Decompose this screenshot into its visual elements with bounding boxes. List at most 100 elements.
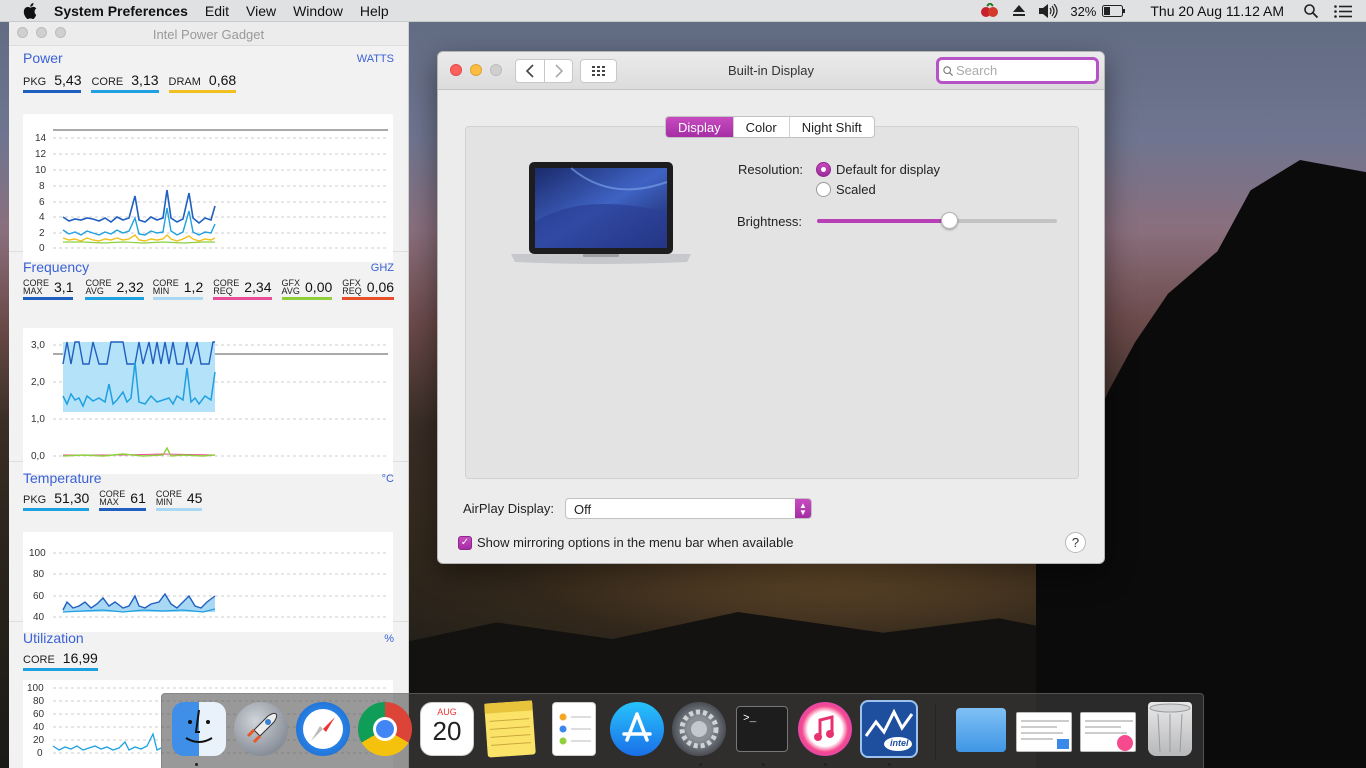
search-field[interactable]	[936, 57, 1099, 84]
notes-icon[interactable]	[484, 700, 536, 758]
system-preferences-icon[interactable]	[672, 702, 726, 756]
tab-color[interactable]: Color	[732, 117, 789, 137]
resolution-default-radio[interactable]: Default for display	[816, 162, 940, 177]
temp-pkg-metric: PKG 51,30	[23, 490, 90, 511]
radio-empty-icon	[816, 182, 831, 197]
frequency-section: Frequency GHZ CORE MAX 3,1 CORE AVG 2,32 COR…	[9, 252, 408, 474]
svg-text:100: 100	[29, 548, 46, 559]
temperature-unit: °C	[381, 473, 394, 485]
search-input[interactable]	[956, 63, 1096, 78]
tab-display[interactable]: Display	[666, 117, 733, 137]
dock: AUG 20 >_ intel	[161, 693, 1204, 768]
downloads-folder-icon[interactable]	[956, 708, 1006, 752]
power-gadget-icon[interactable]: intel	[860, 700, 918, 758]
help-button[interactable]: ?	[1065, 532, 1086, 553]
app-store-icon[interactable]	[610, 702, 664, 756]
airplay-label: AirPlay Display:	[463, 501, 555, 516]
utilization-unit: %	[384, 633, 394, 645]
svg-text:10: 10	[35, 165, 47, 176]
svg-text:80: 80	[33, 696, 45, 707]
svg-text:80: 80	[33, 569, 45, 580]
macbook-image	[511, 162, 691, 275]
mirroring-label: Show mirroring options in the menu bar w…	[477, 535, 794, 550]
power-graph: 14 12 10 8 64 20	[23, 114, 393, 262]
svg-text:8: 8	[39, 181, 45, 192]
brightness-slider-knob[interactable]	[941, 212, 958, 229]
calendar-icon[interactable]: AUG 20	[420, 702, 474, 756]
resolution-scaled-radio[interactable]: Scaled	[816, 182, 876, 197]
sysprefs-running-indicator	[699, 763, 702, 766]
apple-menu-icon[interactable]	[20, 2, 40, 19]
battery-icon[interactable]	[1102, 5, 1126, 17]
temperature-graph: 100 80 60 40	[23, 532, 393, 632]
reminders-icon[interactable]	[552, 702, 596, 756]
checkmark-icon: ✓	[458, 535, 472, 550]
airplay-select[interactable]: Off ▲ ▼	[565, 498, 812, 519]
svg-text:20: 20	[33, 735, 45, 746]
power-heading: Power	[23, 50, 63, 66]
svg-text:4: 4	[39, 212, 45, 223]
svg-text:14: 14	[35, 133, 47, 144]
launchpad-icon[interactable]	[234, 702, 288, 756]
power-unit: WATTS	[356, 53, 394, 65]
mirroring-checkbox[interactable]: ✓ Show mirroring options in the menu bar…	[458, 535, 794, 550]
finder-running-indicator	[195, 763, 198, 766]
calendar-day: 20	[432, 716, 462, 746]
temp-core-min-metric: CORE MIN 45	[155, 490, 203, 511]
document-itunes-icon[interactable]	[1080, 712, 1136, 752]
menu-app-name[interactable]: System Preferences	[54, 3, 188, 19]
spotlight-search-icon[interactable]	[1304, 4, 1318, 18]
display-preferences-window: Built-in Display Display Color Night Shi…	[437, 51, 1105, 564]
svg-text:40: 40	[33, 722, 45, 733]
svg-text:0,0: 0,0	[31, 451, 45, 462]
trash-icon[interactable]	[1148, 702, 1192, 756]
svg-text:2: 2	[39, 228, 45, 239]
clock[interactable]: Thu 20 Aug 11.12 AM	[1150, 3, 1284, 19]
svg-text:60: 60	[33, 709, 45, 720]
terminal-prompt: >_	[743, 713, 757, 725]
freq-core-avg-metric: CORE AVG 2,32	[85, 279, 144, 300]
tab-night-shift[interactable]: Night Shift	[788, 117, 874, 137]
terminal-running-indicator	[762, 763, 765, 766]
util-core-metric: CORE 16,99	[23, 650, 98, 671]
radio-selected-icon	[816, 162, 831, 177]
utilization-metrics: CORE 16,99	[23, 650, 108, 671]
temperature-section: Temperature °C PKG 51,30 CORE MAX 61 CORE MI…	[9, 462, 408, 632]
prefs-toolbar: Built-in Display	[438, 52, 1104, 90]
gadget-running-indicator	[888, 763, 891, 766]
chrome-icon[interactable]	[358, 702, 412, 756]
gadget-title: Intel Power Gadget	[152, 27, 265, 42]
menu-window[interactable]: Window	[293, 3, 343, 19]
menu-edit[interactable]: Edit	[205, 3, 229, 19]
frequency-heading: Frequency	[23, 259, 90, 275]
freq-gfx-avg-metric: GFX AVG 0,00	[281, 279, 333, 300]
frequency-metrics: CORE MAX 3,1 CORE AVG 2,32 CORE MIN 1,2 CORE RE…	[23, 279, 395, 300]
itunes-running-indicator	[824, 763, 827, 766]
frequency-graph: 3,0 2,0 1,0 0,0	[23, 328, 393, 474]
search-icon	[943, 65, 953, 76]
eject-icon[interactable]	[1012, 5, 1026, 17]
menu-help[interactable]: Help	[360, 3, 389, 19]
temperature-metrics: PKG 51,30 CORE MAX 61 CORE MIN 45	[23, 490, 212, 511]
freq-core-max-metric: CORE MAX 3,1	[23, 279, 74, 300]
itunes-icon[interactable]	[798, 702, 852, 756]
safari-icon[interactable]	[296, 702, 350, 756]
notification-center-icon[interactable]	[1334, 4, 1352, 18]
svg-text:3,0: 3,0	[31, 340, 45, 351]
power-section: Power WATTS PKG 5,43 CORE 3,13 DRAM 0,68 14…	[9, 46, 408, 262]
resolution-default-label: Default for display	[836, 162, 941, 177]
brightness-slider-fill	[817, 219, 949, 223]
resolution-scaled-label: Scaled	[836, 182, 876, 197]
menu-view[interactable]: View	[246, 3, 276, 19]
rescuetime-icon[interactable]	[980, 3, 1000, 19]
power-metrics: PKG 5,43 CORE 3,13 DRAM 0,68	[23, 72, 246, 93]
document-icon[interactable]	[1016, 712, 1072, 752]
airplay-selected-value: Off	[574, 502, 592, 517]
freq-gfx-req-metric: GFX REQ 0,06	[342, 279, 395, 300]
volume-icon[interactable]	[1038, 4, 1058, 18]
brightness-label: Brightness:	[737, 214, 803, 229]
freq-core-req-metric: CORE REQ 2,34	[213, 279, 272, 300]
terminal-icon[interactable]: >_	[736, 706, 788, 752]
finder-icon[interactable]	[172, 702, 226, 756]
brightness-slider[interactable]	[817, 212, 1057, 229]
